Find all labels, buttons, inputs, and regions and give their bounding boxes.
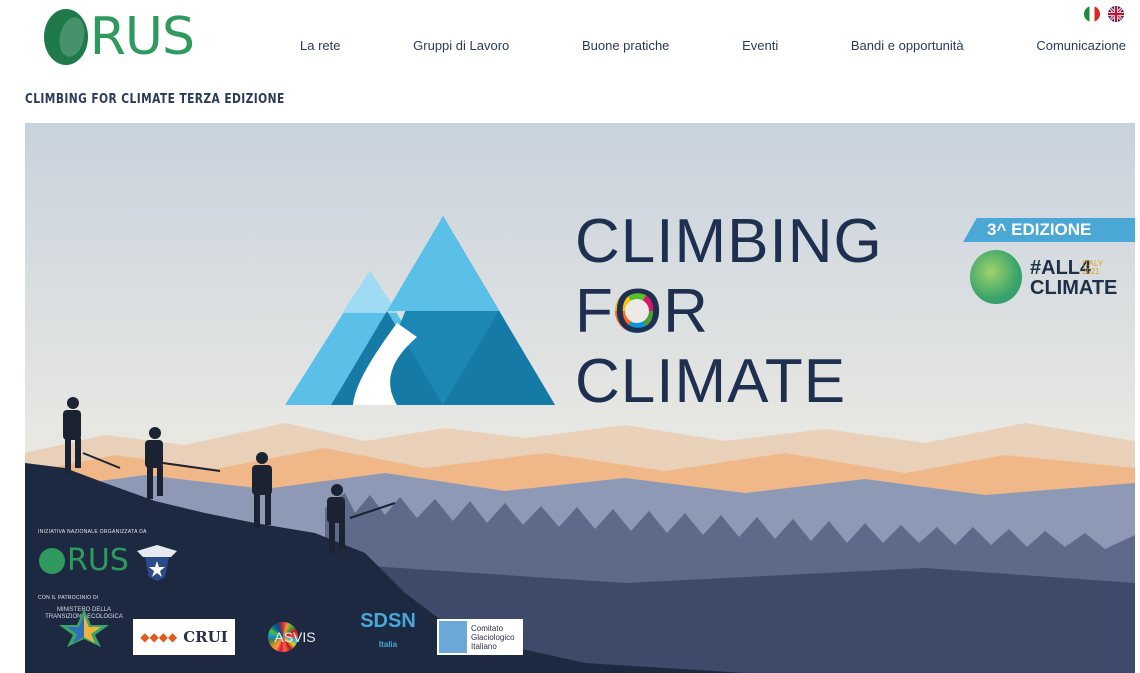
nav-item-buone-pratiche[interactable]: Buone pratiche — [582, 38, 669, 53]
all4-small-text: ITALY 2021 — [1082, 259, 1104, 276]
edition-badge: 3^ EDIZIONE — [963, 218, 1135, 242]
nav-item-la-rete[interactable]: La rete — [300, 38, 340, 53]
uk-flag-icon[interactable] — [1108, 6, 1124, 22]
nav-item-gruppi-di-lavoro[interactable]: Gruppi di Lavoro — [413, 38, 509, 53]
event-banner: CLIMBING FOR CLIMATE 3^ EDIZIONE #ALL4 CL… — [25, 123, 1135, 673]
ministry-star-icon — [59, 609, 109, 647]
cai-logo-icon — [135, 543, 179, 583]
banner-title-line3: CLIMATE — [575, 347, 847, 416]
sdsn-logo: SDSN Italia — [360, 610, 416, 649]
glaciologico-logo: Comitato Glaciologico Italiano — [437, 619, 523, 655]
all4-text: #ALL4 CLIMATE — [1030, 257, 1118, 299]
nav-item-comunicazione[interactable]: Comunicazione — [1036, 38, 1126, 53]
mountain-logo — [285, 216, 555, 405]
ministry-logo: MINISTERO DELLA TRANSIZIONE ECOLOGICA — [39, 607, 129, 669]
globe-icon — [970, 250, 1022, 304]
organizer-caption: INIZIATIVA NAZIONALE ORGANIZZATA DA — [38, 529, 147, 535]
language-switcher — [1084, 6, 1124, 22]
patronage-caption: CON IL PATROCINIO DI — [38, 595, 99, 601]
crui-logo: ◆◆◆◆ CRUI — [133, 619, 235, 655]
rus-circle-icon — [39, 547, 65, 574]
organizer-rus-logo: RUS — [39, 543, 129, 578]
logo-circle-icon — [44, 9, 88, 65]
banner-title-line1: CLIMBING — [575, 207, 883, 276]
all4climate-logo: #ALL4 CLIMATE ITALY 2021 — [970, 250, 1130, 308]
nav-item-bandi-e-opportunita[interactable]: Bandi e opportunità — [851, 38, 964, 53]
main-nav: La rete Gruppi di Lavoro Buone pratiche … — [300, 38, 1126, 53]
banner-title-line2: FOR — [575, 277, 709, 346]
logo-text: RUS — [89, 7, 195, 67]
it-flag-icon[interactable] — [1084, 6, 1100, 22]
asvis-logo: ASVIS — [247, 619, 337, 655]
page-title: CLIMBING FOR CLIMATE TERZA EDIZIONE — [25, 92, 285, 107]
nav-item-eventi[interactable]: Eventi — [742, 38, 778, 53]
site-logo[interactable]: RUS — [44, 7, 195, 67]
